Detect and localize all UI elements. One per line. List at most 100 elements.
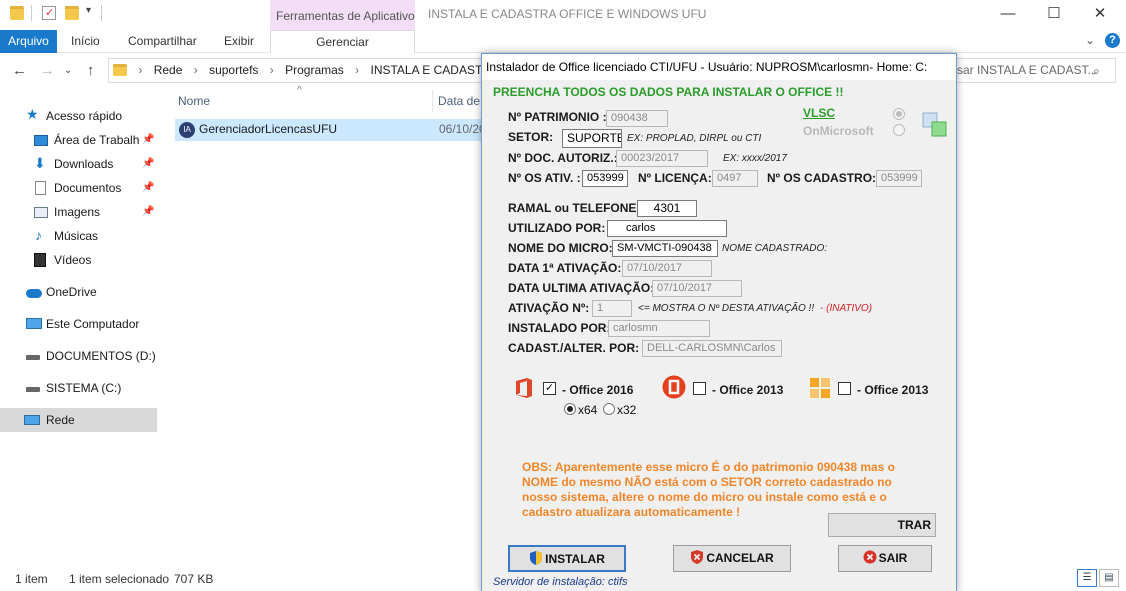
nav-item-downloads[interactable]: ⬇ Downloads 📌	[0, 152, 157, 176]
os-ativ-field[interactable]: 053999	[582, 170, 628, 187]
nav-item-documentos[interactable]: Documentos 📌	[0, 176, 157, 200]
pin-icon[interactable]: 📌	[142, 200, 154, 224]
maximize-icon[interactable]: ☐	[1032, 3, 1076, 25]
vlsc-radio[interactable]	[893, 108, 905, 120]
address-bar[interactable]: › Rede › suportefs › Programas › INSTALA…	[108, 58, 498, 83]
properties-icon[interactable]: ✓	[42, 6, 56, 20]
folder-icon	[10, 6, 24, 20]
ramal-label: RAMAL ou TELEFONE:	[508, 201, 641, 215]
ramal-field[interactable]: 4301	[637, 200, 697, 217]
file-date: 06/10/20	[439, 122, 486, 136]
cadast-alter-label: CADAST./ALTER. POR:	[508, 341, 640, 355]
breadcrumb-rede[interactable]: Rede	[154, 59, 183, 82]
cancel-shield-icon	[691, 550, 704, 564]
search-input[interactable]: sar INSTALA E CADAST...	[940, 58, 1116, 83]
breadcrumb-separator: ›	[193, 63, 198, 77]
tab-compartilhar[interactable]: Compartilhar	[128, 34, 197, 48]
nav-item-este-computador[interactable]: Este Computador	[0, 312, 157, 336]
column-header-date[interactable]: Data de	[438, 94, 480, 108]
computer-icon	[26, 318, 42, 329]
nome-micro-field[interactable]: SM-VMCTI-090438	[612, 240, 718, 257]
tab-arquivo[interactable]: Arquivo	[0, 30, 57, 53]
tab-gerenciar[interactable]: Gerenciar	[270, 30, 415, 53]
pin-icon[interactable]: 📌	[142, 152, 154, 176]
setor-field[interactable]: SUPORTE	[562, 129, 622, 148]
cloud-icon	[26, 289, 42, 298]
forward-arrow-icon[interactable]: →	[40, 62, 55, 79]
sair-button[interactable]: SAIR	[838, 545, 932, 572]
breadcrumb-separator: ›	[269, 63, 274, 77]
nome-cadastrado-hint: NOME CADASTRADO:	[722, 243, 828, 254]
file-row[interactable]: IA GerenciadorLicencasUFU 06/10/20	[175, 119, 490, 141]
setor-label: SETOR:	[508, 130, 554, 144]
inativo-status: - (INATIVO)	[820, 303, 873, 314]
back-arrow-icon[interactable]: ←	[12, 62, 27, 79]
nav-item-onedrive[interactable]: OneDrive	[0, 280, 157, 304]
toolbar-divider	[31, 5, 32, 21]
document-icon	[35, 181, 46, 195]
office-2013-label: - Office 2013	[712, 383, 784, 397]
recent-dropdown-icon[interactable]: ⌄	[64, 65, 72, 76]
office-2016-label: - Office 2016	[562, 383, 634, 397]
ativacao-numero-field: 1	[592, 300, 632, 317]
minimize-icon[interactable]: —	[986, 3, 1030, 25]
doc-autoriz-field: 00023/2017	[616, 150, 708, 167]
doc-autoriz-label: Nº DOC. AUTORIZ.:	[508, 151, 618, 165]
nav-item-area-de-trabalho[interactable]: Área de Trabalho 📌	[0, 128, 157, 152]
utilizado-por-label: UTILIZADO POR:	[508, 221, 606, 235]
large-icons-view-icon[interactable]: ▤	[1099, 569, 1119, 587]
music-icon: ♪	[35, 227, 42, 243]
network-icon	[24, 415, 40, 425]
toolbar-divider	[101, 5, 102, 21]
search-icon[interactable]: ⌕	[1093, 64, 1100, 79]
up-arrow-icon[interactable]: ↑	[87, 62, 95, 79]
video-icon	[34, 253, 46, 267]
vlsc-link[interactable]: VLSC	[803, 106, 835, 120]
column-divider[interactable]	[432, 90, 433, 112]
onmicrosoft-label: OnMicrosoft	[803, 124, 874, 138]
new-folder-icon[interactable]	[65, 6, 79, 20]
nav-item-rede[interactable]: Rede	[0, 408, 157, 432]
chevron-down-icon[interactable]: ⌄	[1085, 33, 1095, 47]
mostrar-button[interactable]: TRAR	[828, 513, 936, 537]
breadcrumb-current-folder[interactable]: INSTALA E CADASTRA OF	[370, 59, 497, 82]
data-primeira-ativacao-field: 07/10/2017	[622, 260, 712, 277]
os-cadastro-field: 053999	[876, 170, 922, 187]
help-icon[interactable]: ?	[1105, 33, 1120, 48]
details-view-icon[interactable]: ☰	[1077, 569, 1097, 587]
pin-icon[interactable]: 📌	[142, 128, 154, 152]
office-2013-alt-checkbox[interactable]	[838, 382, 851, 395]
file-list: ^ Nome Data de IA GerenciadorLicencasUFU…	[170, 85, 490, 556]
breadcrumb-suportefs[interactable]: suportefs	[209, 59, 258, 82]
utilizado-por-field[interactable]: carlos	[607, 220, 727, 237]
nav-item-sistema-c[interactable]: SISTEMA (C:)	[0, 376, 157, 400]
nav-item-documentos-d[interactable]: DOCUMENTOS (D:)	[0, 344, 157, 368]
nav-item-imagens[interactable]: Imagens 📌	[0, 200, 157, 224]
selection-count: 1 item selecionado	[69, 572, 170, 586]
selection-size: 707 KB	[174, 572, 214, 586]
instalar-button[interactable]: INSTALAR	[508, 545, 626, 572]
nav-item-musicas[interactable]: ♪ Músicas	[0, 224, 157, 248]
instalar-label: INSTALAR	[545, 552, 605, 566]
column-header-name[interactable]: Nome	[178, 94, 210, 108]
breadcrumb-programas[interactable]: Programas	[285, 59, 344, 82]
sair-label: SAIR	[878, 551, 908, 565]
nav-item-videos[interactable]: Vídeos	[0, 248, 157, 272]
quick-access-dropdown-icon[interactable]: ▾	[86, 5, 91, 16]
nav-item-acesso-rapido[interactable]: ★ Acesso rápido	[0, 104, 157, 128]
tab-exibir[interactable]: Exibir	[224, 34, 254, 48]
office-2016-checkbox[interactable]: ✓	[543, 382, 556, 395]
onmicrosoft-radio[interactable]	[893, 124, 905, 136]
download-icon: ⬇	[34, 155, 46, 171]
folder-icon	[113, 64, 127, 76]
cancelar-button[interactable]: CANCELAR	[673, 545, 791, 572]
navigation-pane: ★ Acesso rápido Área de Trabalho 📌 ⬇ Dow…	[0, 100, 160, 560]
tab-inicio[interactable]: Início	[71, 34, 100, 48]
office-2013-checkbox[interactable]	[693, 382, 706, 395]
x64-radio[interactable]	[564, 403, 576, 415]
x32-radio[interactable]	[603, 403, 615, 415]
pin-icon[interactable]: 📌	[142, 176, 154, 200]
cadast-alter-field: DELL-CARLOSMN\Carlos	[642, 340, 782, 357]
close-icon[interactable]: ✕	[1078, 3, 1122, 25]
exit-icon	[863, 550, 877, 564]
